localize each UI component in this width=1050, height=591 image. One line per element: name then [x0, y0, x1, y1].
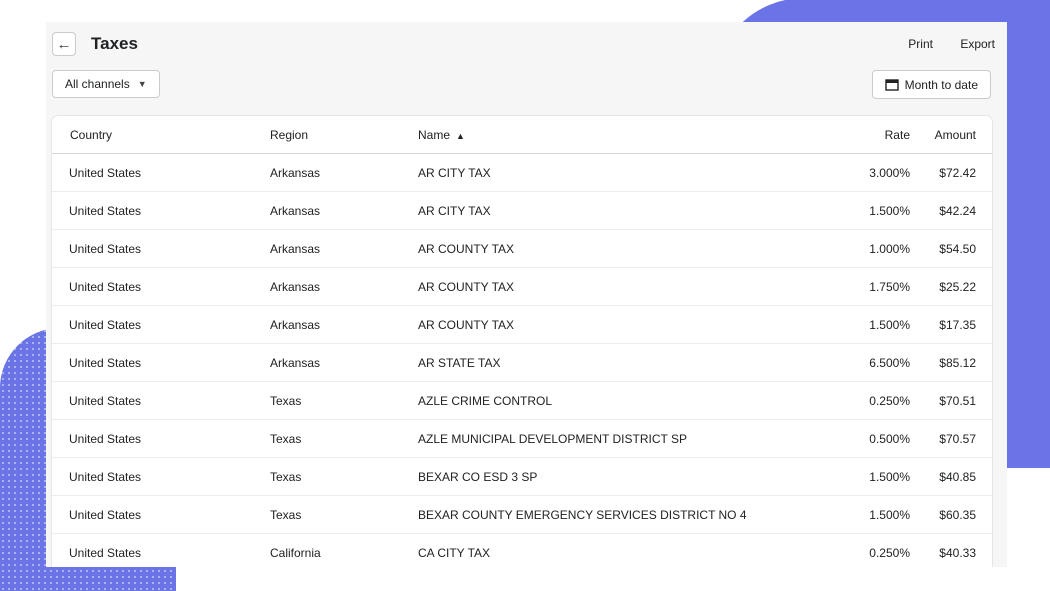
cell-rate: 1.000%: [838, 229, 910, 268]
cell-rate: 6.500%: [838, 343, 910, 382]
cell-region: Arkansas: [270, 267, 418, 306]
cell-amount: $40.85: [910, 457, 992, 496]
cell-country: United States: [52, 495, 270, 534]
cell-name: AR CITY TAX: [418, 191, 838, 230]
cell-rate: 1.500%: [838, 305, 910, 344]
calendar-icon: [884, 78, 899, 91]
cell-region: Arkansas: [270, 153, 418, 192]
date-range-label: Month to date: [904, 77, 978, 92]
cell-region: Texas: [270, 419, 418, 458]
cell-rate: 1.500%: [838, 457, 910, 496]
cell-region: Texas: [270, 457, 418, 496]
cell-country: United States: [52, 229, 270, 268]
channels-filter-label: All channels: [65, 77, 130, 91]
cell-name: AZLE CRIME CONTROL: [418, 381, 838, 420]
table-header-row: Country Region Name ▲ Rate Amount: [52, 116, 992, 154]
header-actions: Print Export: [884, 37, 995, 51]
cell-region: California: [270, 533, 418, 567]
cell-amount: $25.22: [910, 267, 992, 306]
taxes-table-card: Country Region Name ▲ Rate Amount United …: [52, 116, 992, 567]
arrow-left-icon: ←: [56, 35, 72, 53]
cell-amount: $72.42: [910, 153, 992, 192]
column-header-name[interactable]: Name ▲: [418, 116, 838, 154]
column-header-country[interactable]: Country: [52, 116, 270, 154]
table-row[interactable]: United States Texas AZLE CRIME CONTROL 0…: [52, 381, 992, 420]
cell-amount: $70.57: [910, 419, 992, 458]
cell-region: Arkansas: [270, 343, 418, 382]
cell-region: Arkansas: [270, 305, 418, 344]
cell-rate: 0.250%: [838, 533, 910, 567]
cell-name: AR COUNTY TAX: [418, 267, 838, 306]
cell-country: United States: [52, 191, 270, 230]
cell-country: United States: [52, 533, 270, 567]
cell-amount: $70.51: [910, 381, 992, 420]
back-button[interactable]: ←: [52, 32, 76, 56]
cell-region: Arkansas: [270, 191, 418, 230]
taxes-table: Country Region Name ▲ Rate Amount United …: [52, 116, 992, 567]
cell-name: AR COUNTY TAX: [418, 305, 838, 344]
cell-rate: 0.500%: [838, 419, 910, 458]
page-title: Taxes: [91, 34, 138, 53]
cell-amount: $42.24: [910, 191, 992, 230]
page-header: ← Taxes Print Export: [52, 32, 995, 58]
cell-name: AZLE MUNICIPAL DEVELOPMENT DISTRICT SP: [418, 419, 838, 458]
table-row[interactable]: United States Texas AZLE MUNICIPAL DEVEL…: [52, 419, 992, 458]
cell-rate: 3.000%: [838, 153, 910, 192]
cell-amount: $17.35: [910, 305, 992, 344]
date-range-button[interactable]: Month to date: [871, 70, 991, 99]
table-row[interactable]: United States Arkansas AR COUNTY TAX 1.7…: [52, 267, 992, 306]
caret-down-icon: ▼: [137, 79, 147, 89]
cell-amount: $85.12: [910, 343, 992, 382]
table-row[interactable]: United States Arkansas AR COUNTY TAX 1.0…: [52, 229, 992, 268]
cell-country: United States: [52, 457, 270, 496]
cell-rate: 1.500%: [838, 191, 910, 230]
cell-country: United States: [52, 267, 270, 306]
column-header-name-label: Name: [418, 127, 451, 142]
cell-name: AR COUNTY TAX: [418, 229, 838, 268]
cell-country: United States: [52, 305, 270, 344]
table-row[interactable]: United States Texas BEXAR CO ESD 3 SP 1.…: [52, 457, 992, 496]
cell-amount: $40.33: [910, 533, 992, 567]
cell-name: AR CITY TAX: [418, 153, 838, 192]
cell-amount: $60.35: [910, 495, 992, 534]
cell-name: AR STATE TAX: [418, 343, 838, 382]
export-button[interactable]: Export: [960, 37, 995, 51]
column-header-rate[interactable]: Rate: [838, 116, 910, 154]
print-button[interactable]: Print: [908, 37, 933, 51]
cell-region: Texas: [270, 381, 418, 420]
cell-name: BEXAR CO ESD 3 SP: [418, 457, 838, 496]
taxes-report-panel: ← Taxes Print Export All channels ▼ Mont…: [46, 22, 1007, 567]
cell-country: United States: [52, 381, 270, 420]
table-row[interactable]: United States California CA CITY TAX 0.2…: [52, 533, 992, 567]
cell-region: Texas: [270, 495, 418, 534]
cell-rate: 1.500%: [838, 495, 910, 534]
cell-name: BEXAR COUNTY EMERGENCY SERVICES DISTRICT…: [418, 495, 838, 534]
table-row[interactable]: United States Arkansas AR CITY TAX 3.000…: [52, 153, 992, 192]
table-row[interactable]: United States Texas BEXAR COUNTY EMERGEN…: [52, 495, 992, 534]
cell-rate: 0.250%: [838, 381, 910, 420]
table-row[interactable]: United States Arkansas AR COUNTY TAX 1.5…: [52, 305, 992, 344]
sort-ascending-icon: ▲: [456, 130, 465, 141]
cell-name: CA CITY TAX: [418, 533, 838, 567]
table-row[interactable]: United States Arkansas AR STATE TAX 6.50…: [52, 343, 992, 382]
table-row[interactable]: United States Arkansas AR CITY TAX 1.500…: [52, 191, 992, 230]
cell-country: United States: [52, 419, 270, 458]
cell-amount: $54.50: [910, 229, 992, 268]
cell-rate: 1.750%: [838, 267, 910, 306]
cell-country: United States: [52, 153, 270, 192]
column-header-amount[interactable]: Amount: [910, 116, 992, 154]
column-header-region[interactable]: Region: [270, 116, 418, 154]
channels-filter-dropdown[interactable]: All channels ▼: [52, 70, 160, 98]
cell-region: Arkansas: [270, 229, 418, 268]
cell-country: United States: [52, 343, 270, 382]
